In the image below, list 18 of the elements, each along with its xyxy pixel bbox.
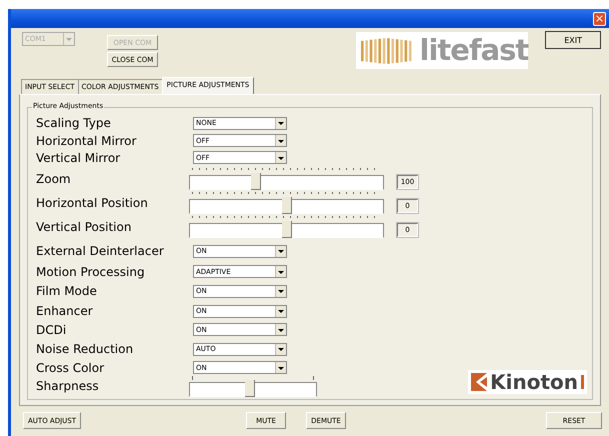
- setting-label: Scaling Type: [36, 116, 112, 130]
- setting-label: Vertical Position: [36, 220, 132, 234]
- setting-label: Cross Color: [36, 360, 106, 374]
- close-button[interactable]: ×: [593, 12, 606, 26]
- setting-label: Film Mode: [36, 284, 98, 298]
- setting-label: DCDi: [36, 322, 68, 336]
- setting-label: External Deinterlacer: [36, 244, 165, 258]
- setting-label: Sharpness: [36, 379, 100, 393]
- logo-text: litefast: [420, 36, 528, 65]
- setting-label: Motion Processing: [36, 264, 146, 278]
- setting-label: Vertical Mirror: [36, 150, 122, 164]
- setting-label: Zoom: [36, 172, 72, 186]
- setting-label: Enhancer: [36, 304, 94, 318]
- setting-label: Horizontal Position: [36, 196, 149, 210]
- setting-label: Horizontal Mirror: [36, 134, 138, 148]
- exit-button[interactable]: EXIT: [545, 31, 601, 49]
- setting-label: Noise Reduction: [36, 342, 134, 356]
- logo-text: Kinoton: [490, 372, 578, 392]
